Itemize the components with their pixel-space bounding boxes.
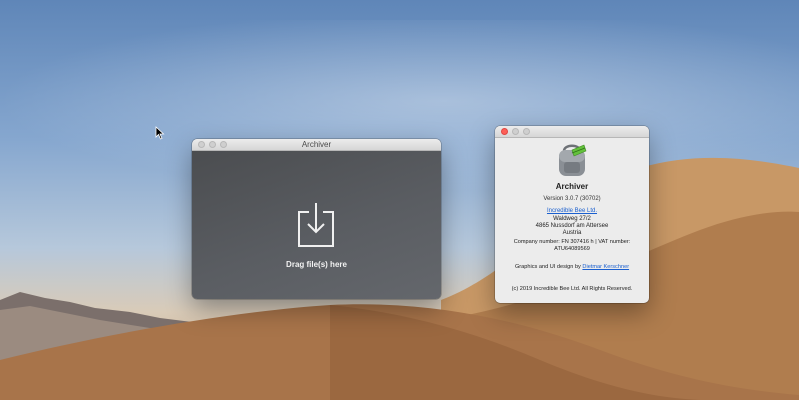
- address-line: Waldweg 27/2: [553, 216, 591, 222]
- close-button[interactable]: [501, 128, 508, 135]
- address-line: 4865 Nussdorf am Attersee: [535, 223, 609, 229]
- zoom-button[interactable]: [523, 128, 530, 135]
- about-titlebar[interactable]: [495, 126, 649, 138]
- app-name: Archiver: [555, 182, 589, 191]
- drop-instruction: Drag file(s) here: [286, 260, 347, 269]
- about-window: Archiver Version 3.0.7 (30702) Incredibl…: [495, 126, 649, 303]
- designer-link[interactable]: Dietmar Kerschner: [582, 264, 629, 270]
- window-controls: [501, 128, 530, 135]
- company-registration-info: Company number: FN 307416 h | VAT number…: [513, 239, 631, 252]
- design-credits: Graphics and UI design by Dietmar Kersch…: [495, 264, 649, 270]
- address-line: Austria: [562, 230, 582, 236]
- minimize-button[interactable]: [512, 128, 519, 135]
- company-link[interactable]: Incredible Bee Ltd.: [495, 208, 649, 214]
- archiver-backpack-icon: [559, 144, 587, 176]
- credits-prefix: Graphics and UI design by: [514, 264, 583, 270]
- archiver-main-window: Archiver Drag file(s) here: [192, 139, 441, 299]
- mouse-pointer-icon: [155, 126, 165, 140]
- version-label: Version 3.0.7 (30702): [543, 196, 601, 202]
- window-title: Archiver: [301, 140, 332, 149]
- archiver-titlebar[interactable]: Archiver: [192, 139, 441, 151]
- copyright-notice: (c) 2019 Incredible Bee Ltd. All Rights …: [511, 286, 633, 292]
- file-drop-zone[interactable]: Drag file(s) here: [192, 151, 441, 299]
- about-content: Archiver Version 3.0.7 (30702) Incredibl…: [495, 138, 649, 303]
- download-tray-icon: [298, 203, 334, 247]
